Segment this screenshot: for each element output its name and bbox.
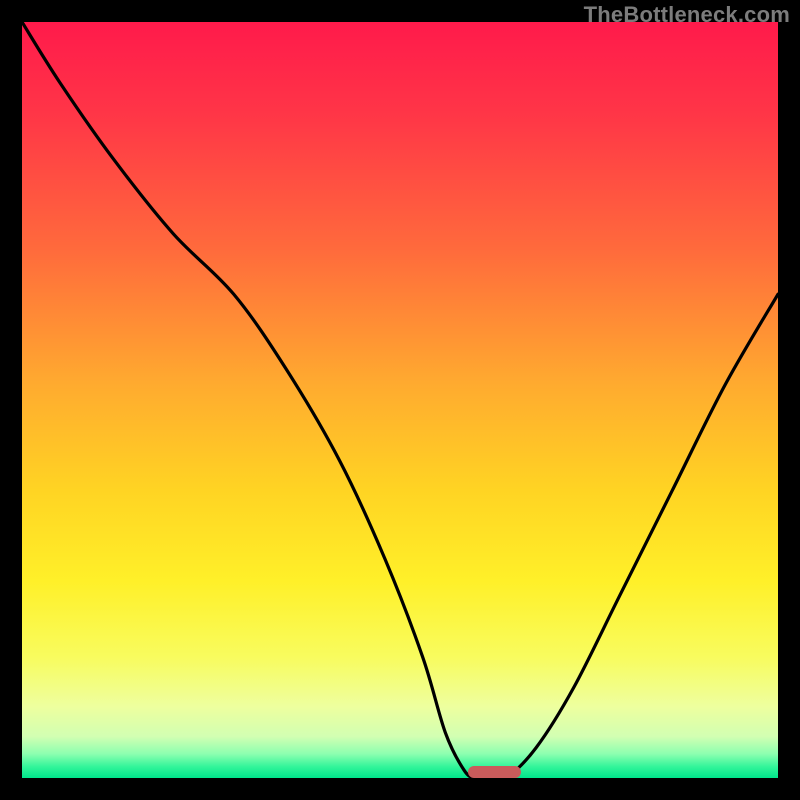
chart-frame: TheBottleneck.com (0, 0, 800, 800)
watermark-text: TheBottleneck.com (584, 2, 790, 28)
chart-bottleneck-marker (468, 766, 521, 778)
chart-plot-area (22, 22, 778, 778)
chart-background-gradient (22, 22, 778, 778)
